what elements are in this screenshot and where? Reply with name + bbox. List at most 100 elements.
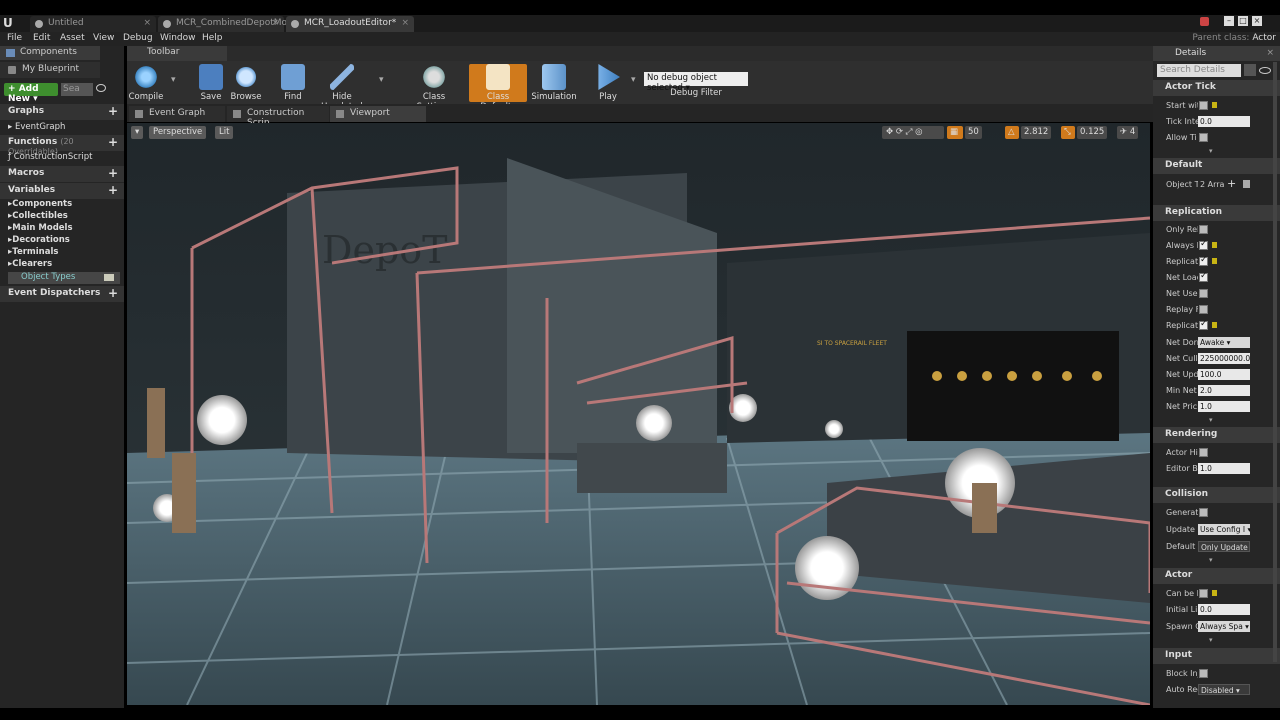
tab-construction-script[interactable]: Construction Scrip [227,106,329,128]
add-icon[interactable]: + [108,104,118,118]
var-category-terminals[interactable]: ▸Terminals [8,247,58,257]
browse-button[interactable]: Browse [219,64,273,102]
update-overlaps-select[interactable]: Use Config I ▾ [1198,524,1250,535]
var-category-components[interactable]: ▸Components [8,199,72,209]
block-input-checkbox[interactable] [1199,669,1208,678]
visibility-eye-icon[interactable] [104,274,114,281]
expand-chevron-icon[interactable]: ▾ [1209,636,1213,644]
parent-class-value[interactable]: Actor [1252,33,1276,43]
spawn-collision-select[interactable]: Always Spa ▾ [1198,621,1250,632]
initial-life-span-field[interactable]: 0.0 [1198,604,1250,615]
reset-icon[interactable] [1212,102,1217,108]
hide-unrelated-dropdown-icon[interactable]: ▾ [379,75,384,85]
construction-script-item[interactable]: ƒ ConstructionScript [8,152,92,162]
reset-icon[interactable] [1212,590,1217,596]
rotation-snap-value[interactable]: 2.812 [1021,126,1052,139]
menu-debug[interactable]: Debug [123,33,153,43]
viewport[interactable]: DepoT SI TO SPACERAIL FLEET ▾ Perspectiv… [127,123,1150,705]
trash-icon[interactable] [1243,180,1250,188]
section-actor[interactable]: Actor [1153,568,1280,584]
components-tab[interactable]: Components [0,46,100,60]
simulation-button[interactable]: Simulation [527,64,581,102]
only-relevant-checkbox[interactable] [1199,225,1208,234]
grid-view-icon[interactable] [1244,64,1256,76]
section-actor-tick[interactable]: Actor Tick [1153,80,1280,96]
expand-chevron-icon[interactable]: ▾ [1209,147,1213,155]
reset-icon[interactable] [1212,258,1217,264]
var-category-main-models[interactable]: ▸Main Models [8,223,73,233]
tab-combined-depot[interactable]: MCR_CombinedDepotMoc × [158,16,292,32]
toolbar-tab[interactable]: Toolbar [127,46,227,61]
editor-billboard-field[interactable]: 1.0 [1198,463,1250,474]
section-input[interactable]: Input [1153,648,1280,664]
actor-hidden-checkbox[interactable] [1199,448,1208,457]
close-icon[interactable]: × [401,18,409,28]
debug-object-select[interactable]: No debug object selected ▾ [644,72,748,93]
always-relevant-checkbox[interactable] [1199,239,1208,250]
camera-speed[interactable]: ✈ 4 [1117,126,1139,139]
transform-tools[interactable]: ✥ ⟳ ⤢ ◎ [882,126,944,139]
eye-icon[interactable] [96,84,106,92]
menu-help[interactable]: Help [202,33,223,43]
add-element-icon[interactable]: + [1227,177,1236,190]
replay-rewindable-checkbox[interactable] [1199,305,1208,314]
section-default[interactable]: Default [1153,158,1280,174]
search-input[interactable]: Sea [61,83,93,96]
my-blueprint-tab[interactable]: My Blueprint [0,62,100,78]
compile-dropdown-icon[interactable]: ▾ [171,75,176,85]
close-icon[interactable]: × [271,18,279,28]
menu-window[interactable]: Window [160,33,196,43]
object-types-array[interactable]: 2 Arra [1200,180,1224,189]
reset-icon[interactable] [1212,322,1217,328]
reset-icon[interactable] [1212,242,1217,248]
generate-overlap-checkbox[interactable] [1199,508,1208,517]
details-search-input[interactable]: Search Details [1157,64,1241,77]
tab-event-graph[interactable]: Event Graph [129,106,225,122]
section-replication[interactable]: Replication [1153,205,1280,221]
close-window-button[interactable]: × [1252,16,1262,26]
start-with-tick-checkbox[interactable] [1199,101,1208,110]
add-icon[interactable]: + [108,286,118,300]
var-category-clearers[interactable]: ▸Clearers [8,259,52,269]
add-icon[interactable]: + [108,166,118,180]
var-category-decorations[interactable]: ▸Decorations [8,235,70,245]
details-tab[interactable]: Details [1153,46,1280,61]
section-rendering[interactable]: Rendering [1153,427,1280,443]
add-icon[interactable]: + [108,183,118,197]
net-priority-field[interactable]: 1.0 [1198,401,1250,412]
expand-chevron-icon[interactable]: ▾ [1209,556,1213,564]
macros-section[interactable]: Macros + [0,166,124,182]
close-icon[interactable]: × [1266,48,1274,58]
play-button[interactable]: Play [581,64,635,102]
perspective-button[interactable]: Perspective [149,126,207,139]
play-dropdown-icon[interactable]: ▾ [631,75,636,85]
net-load-checkbox[interactable] [1199,271,1208,282]
event-graph-item[interactable]: ▸ EventGraph [8,122,65,132]
menu-view[interactable]: View [93,33,114,43]
event-dispatchers-section[interactable]: Event Dispatchers + [0,286,124,302]
replicate-movement-checkbox[interactable] [1199,255,1208,266]
variables-section[interactable]: Variables + [0,183,124,199]
menu-edit[interactable]: Edit [33,33,50,43]
grid-snap-value[interactable]: 50 [965,126,982,139]
auto-receive-input-select[interactable]: Disabled ▾ [1198,684,1250,695]
notification-icon[interactable] [1200,17,1209,26]
net-cull-field[interactable]: 225000000.0 [1198,353,1250,364]
menu-file[interactable]: File [7,33,22,43]
unreal-logo-icon[interactable]: U [3,16,19,31]
default-update-select[interactable]: Only Update ▾ [1198,541,1250,552]
add-new-button[interactable]: + Add New ▾ [4,83,58,104]
close-icon[interactable]: × [143,18,151,28]
replicates-checkbox[interactable] [1199,319,1208,330]
graphs-section[interactable]: Graphs + [0,104,124,120]
tab-viewport[interactable]: Viewport [330,106,426,122]
net-dormancy-select[interactable]: Awake ▾ [1198,337,1250,348]
tick-interval-field[interactable]: 0.0 [1198,116,1250,127]
find-button[interactable]: Find [266,64,320,102]
minimize-button[interactable]: – [1224,16,1234,26]
grid-snap-icon[interactable]: ▦ [947,126,963,139]
net-use-owner-checkbox[interactable] [1199,289,1208,298]
scale-snap-value[interactable]: 0.125 [1077,126,1108,139]
tab-untitled[interactable]: Untitled × [30,16,156,32]
scene-render[interactable]: DepoT SI TO SPACERAIL FLEET [127,123,1150,705]
